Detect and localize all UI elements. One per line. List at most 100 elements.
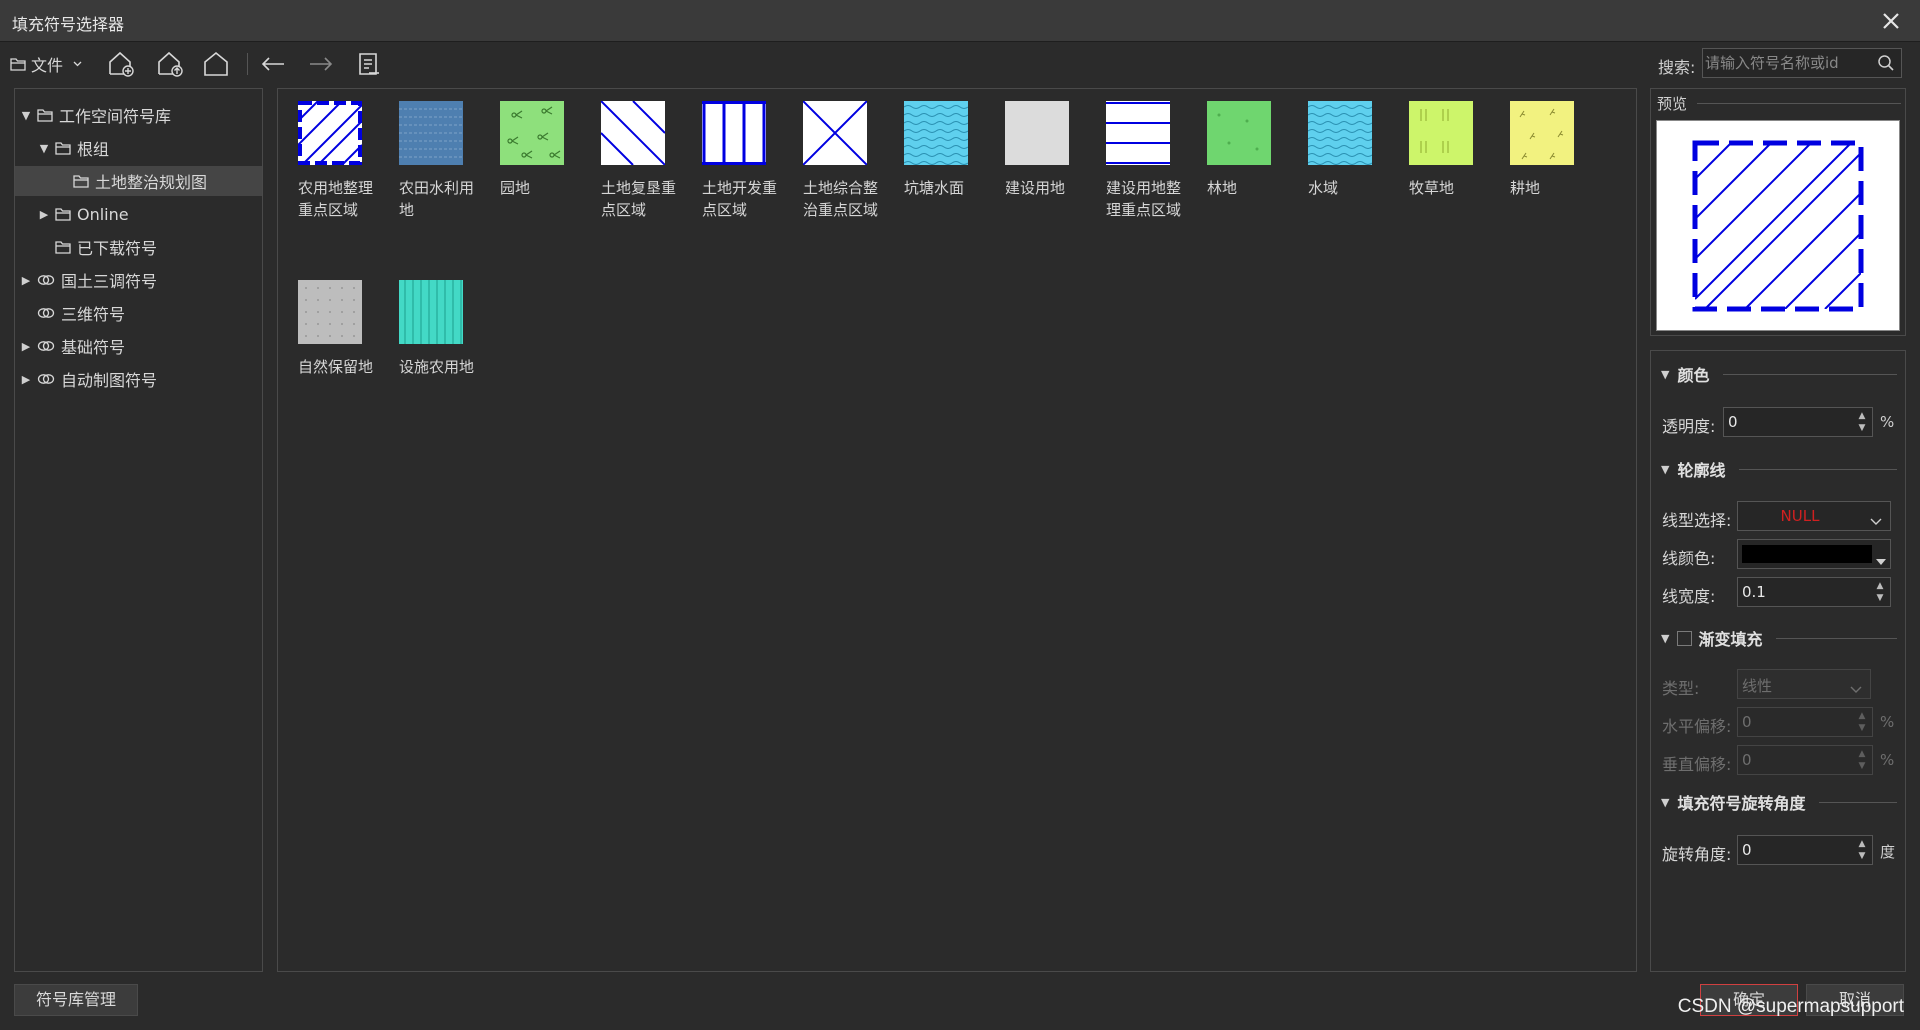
symbol-item[interactable]: 自然保留地 [278,268,373,438]
symbol-thumbnail[interactable] [803,101,867,165]
symbol-thumbnail[interactable] [904,101,968,165]
symbol-item[interactable]: 土地综合整治重点区域 [783,89,878,259]
symbol-thumbnail[interactable] [1409,101,1473,165]
tree-item[interactable]: 三维符号 [15,298,262,328]
properties-list-icon[interactable] [355,50,383,78]
spin-arrows-icon[interactable]: ▲ ▼ [1856,838,1868,862]
collapse-triangle-icon[interactable]: ▼ [1661,632,1669,645]
symbol-thumbnail[interactable] [500,101,564,165]
collapse-triangle-icon[interactable]: ▼ [1661,463,1669,476]
rotation-angle-label: 旋转角度: [1662,845,1732,864]
symbol-item[interactable]: 土地复垦重点区域 [581,89,676,259]
toolbar-separator [247,53,248,75]
preview-canvas [1656,120,1900,331]
symbol-item[interactable]: 耕地 [1490,89,1580,259]
tree-item[interactable]: ▶ 自动制图符号 [15,364,262,394]
tree-item[interactable]: 已下载符号 [15,232,262,262]
symbol-item[interactable]: 牧草地 [1389,89,1479,259]
section-divider [1723,373,1897,375]
symbol-item[interactable]: 建设用地整理重点区域 [1086,89,1181,259]
expanded-arrow-icon[interactable]: ▼ [37,142,51,155]
tree-item-label: 根组 [77,140,110,159]
tree-item[interactable]: ▶ 国土三调符号 [15,265,262,295]
symbol-label: 土地开发重点区域 [702,179,778,219]
symbol-item[interactable]: 农田水利用地 [379,89,474,259]
symbol-item[interactable]: 设施农用地 [379,268,474,438]
linewidth-spinbox[interactable]: 0.1 ▲ ▼ [1737,577,1891,607]
symbol-item[interactable]: 建设用地 [985,89,1075,259]
expanded-arrow-icon[interactable]: ▼ [19,109,33,122]
home-up-icon[interactable] [155,50,183,78]
symbol-label: 土地综合整治重点区域 [803,179,879,219]
symbol-thumbnail[interactable] [1207,101,1271,165]
voffset-spinbox[interactable]: 0 ▲ ▼ [1737,745,1873,775]
collapsed-arrow-icon[interactable]: ▶ [19,340,33,353]
tree-item[interactable]: ▶ Online [15,199,262,229]
transparency-spinbox[interactable]: 0 ▲ ▼ [1723,407,1873,437]
transparency-value: 0 [1728,413,1738,431]
spin-arrows-icon[interactable]: ▲ ▼ [1856,410,1868,434]
symbol-thumbnail[interactable] [298,101,362,165]
symbol-label: 坑塘水面 [904,179,965,197]
linetype-label: 线型选择: [1662,511,1732,530]
rotation-section-title: 填充符号旋转角度 [1677,794,1806,813]
symbol-thumbnail[interactable] [399,280,463,344]
symbol-item[interactable]: 农用地整理重点区域 [278,89,373,259]
chevron-down-icon[interactable] [1850,679,1862,698]
home-icon[interactable] [202,50,230,78]
caret-down-icon[interactable] [1876,550,1886,569]
linecolor-label: 线颜色: [1662,549,1716,568]
back-arrow-icon[interactable] [259,50,287,78]
rotation-section-header[interactable]: ▼ 填充符号旋转角度 [1651,789,1905,815]
collapse-triangle-icon[interactable]: ▼ [1661,796,1669,809]
symbol-label: 园地 [500,179,531,197]
spin-arrows-icon[interactable]: ▲ ▼ [1856,710,1868,734]
symbol-thumbnail[interactable] [298,280,362,344]
symbol-label: 水域 [1308,179,1339,197]
tree-item[interactable]: ▶ 基础符号 [15,331,262,361]
tree-item[interactable]: ▼ 工作空间符号库 [15,100,262,130]
symbol-thumbnail[interactable] [1106,101,1170,165]
collapse-triangle-icon[interactable]: ▼ [1661,368,1669,381]
gradient-section-header[interactable]: ▼ 渐变填充 [1651,625,1905,651]
gradient-checkbox[interactable] [1677,630,1693,646]
collapsed-arrow-icon[interactable]: ▶ [37,208,51,221]
symbol-thumbnail[interactable] [1005,101,1069,165]
search-input[interactable] [1703,49,1873,77]
voffset-value: 0 [1742,751,1752,769]
symbol-thumbnail[interactable] [1510,101,1574,165]
tree-item[interactable]: 土地整治规划图 [15,166,262,196]
chevron-down-icon[interactable] [1870,511,1882,530]
spin-arrows-icon[interactable]: ▲ ▼ [1874,580,1886,604]
color-section-header[interactable]: ▼ 颜色 [1651,361,1905,387]
symbol-library-manage-button[interactable]: 符号库管理 [14,984,138,1016]
linecolor-picker[interactable] [1737,539,1891,569]
hoffset-spinbox[interactable]: 0 ▲ ▼ [1737,707,1873,737]
tree-item[interactable]: ▼ 根组 [15,133,262,163]
hoffset-label: 水平偏移: [1662,717,1732,736]
linetype-select[interactable]: NULL [1737,501,1891,531]
collapsed-arrow-icon[interactable]: ▶ [19,274,33,287]
symbol-label: 建设用地整理重点区域 [1106,179,1182,219]
spin-arrows-icon[interactable]: ▲ ▼ [1856,748,1868,772]
forward-arrow-icon[interactable] [307,50,335,78]
symbol-item[interactable]: 坑塘水面 [884,89,974,259]
symbol-thumbnail[interactable] [702,101,766,165]
symbol-item[interactable]: 林地 [1187,89,1277,259]
symbol-thumbnail[interactable] [1308,101,1372,165]
outline-section-header[interactable]: ▼ 轮廓线 [1651,456,1905,482]
symbol-item[interactable]: 土地开发重点区域 [682,89,777,259]
symbol-thumbnail[interactable] [601,101,665,165]
symbol-item[interactable]: 水域 [1288,89,1378,259]
search-field[interactable] [1702,48,1902,78]
home-add-icon[interactable] [106,50,134,78]
file-menu-button[interactable]: 文件 [10,50,82,78]
search-icon[interactable] [1877,54,1895,76]
rotation-angle-spinbox[interactable]: 0 ▲ ▼ [1737,835,1873,865]
file-menu-label: 文件 [31,56,64,75]
symbol-item[interactable]: 园地 [480,89,570,259]
symbol-thumbnail[interactable] [399,101,463,165]
collapsed-arrow-icon[interactable]: ▶ [19,373,33,386]
gradient-type-select[interactable]: 线性 [1737,669,1871,699]
close-icon[interactable] [1878,8,1904,34]
